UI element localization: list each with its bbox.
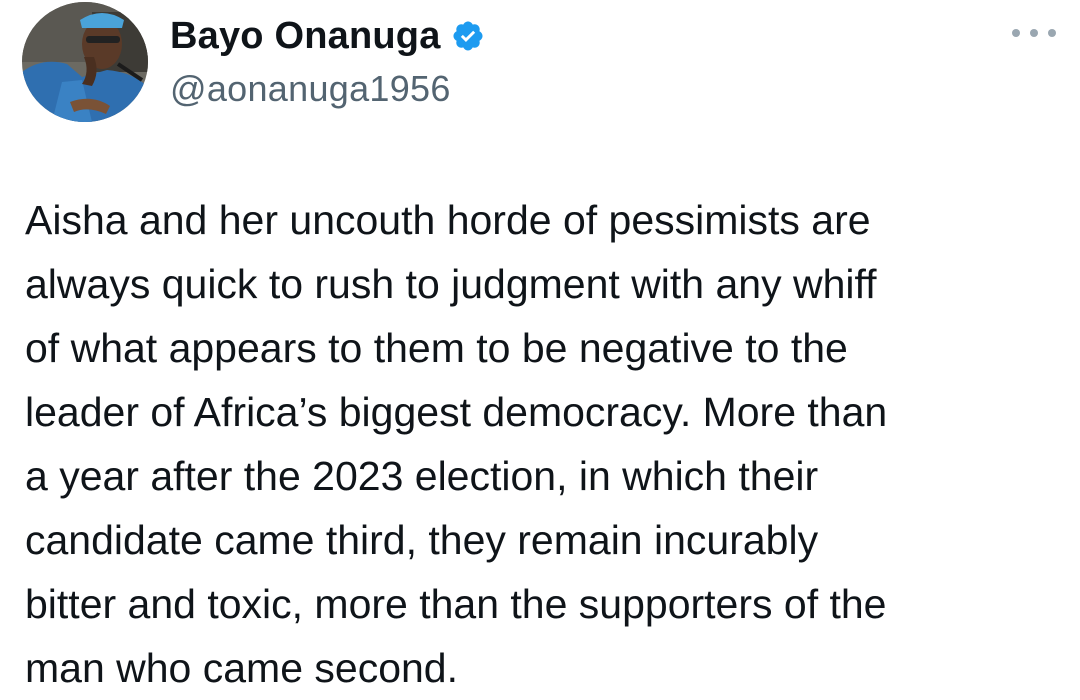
author-handle[interactable]: @aonanuga1956 xyxy=(170,68,451,110)
dot xyxy=(1048,29,1056,37)
dot xyxy=(1012,29,1020,37)
tweet-text-line: a year after the 2023 election, in which… xyxy=(25,453,819,499)
tweet-text-line: candidate came third, they remain incura… xyxy=(25,517,819,563)
dot xyxy=(1030,29,1038,37)
author-display-name[interactable]: Bayo Onanuga xyxy=(170,15,441,58)
tweet-text-line: leader of Africa’s biggest democracy. Mo… xyxy=(25,389,888,435)
tweet-text-line: of what appears to them to be negative t… xyxy=(25,325,848,371)
profile-photo-image xyxy=(22,2,148,122)
tweet-text: Aisha and her uncouth horde of pessimist… xyxy=(25,188,1065,700)
tweet-text-line: Aisha and her uncouth horde of pessimist… xyxy=(25,197,871,243)
tweet-text-line: man who came second. xyxy=(25,645,459,691)
tweet-text-line: always quick to rush to judgment with an… xyxy=(25,261,877,307)
verified-badge-icon[interactable] xyxy=(451,19,485,53)
author-avatar[interactable] xyxy=(22,2,148,122)
tweet-text-line: bitter and toxic, more than the supporte… xyxy=(25,581,887,627)
author-name-row: Bayo Onanuga xyxy=(170,12,485,60)
more-options-icon[interactable] xyxy=(1012,20,1056,46)
tweet-card: Bayo Onanuga @aonanuga1956 Aisha and her… xyxy=(0,0,1080,694)
